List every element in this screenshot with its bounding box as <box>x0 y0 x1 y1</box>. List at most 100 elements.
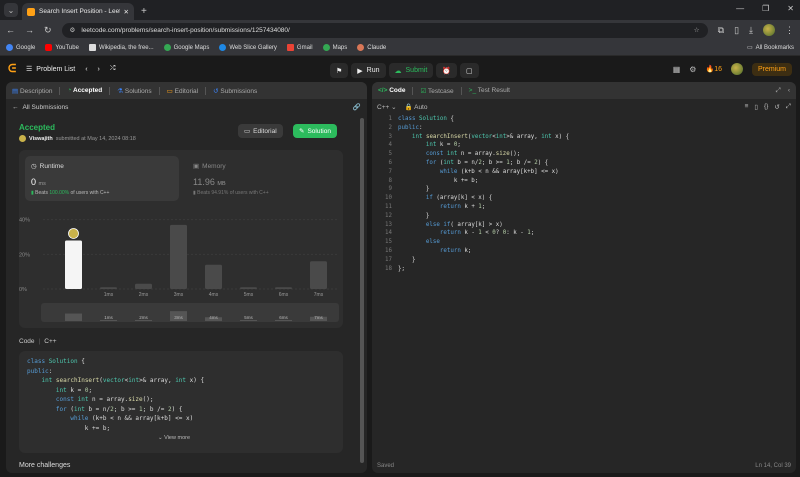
runtime-bar[interactable] <box>240 287 257 289</box>
layout-icon[interactable]: ▦ <box>673 65 681 74</box>
tab-test-result[interactable]: >_ Test Result <box>469 87 510 94</box>
premium-button[interactable]: Premium <box>751 62 792 76</box>
left-scrollbar[interactable] <box>360 118 364 463</box>
braces-icon[interactable]: {} <box>764 103 768 111</box>
reading-list-icon[interactable]: ▯ <box>734 25 739 36</box>
tab-editorial[interactable]: ▭ Editorial <box>167 87 198 95</box>
run-button[interactable]: ▶ Run <box>351 63 386 78</box>
preview-code-line: const int n = array.size(); <box>55 396 154 403</box>
bookmark-star-icon[interactable]: ☆ <box>694 26 700 34</box>
tab-accepted[interactable]: ◔ Accepted <box>67 87 102 94</box>
tab-submissions[interactable]: ↺ Submissions <box>213 87 257 95</box>
code-brackets-icon: </> <box>378 87 388 94</box>
runtime-bar[interactable] <box>170 224 187 289</box>
runtime-bar[interactable] <box>275 287 292 289</box>
forward-icon[interactable]: → <box>25 25 34 35</box>
line-number: 9 <box>388 186 393 193</box>
expand-icon[interactable]: ⤢ <box>776 87 781 95</box>
reload-icon[interactable]: ↻ <box>44 25 52 36</box>
bookmark-maps[interactable]: Maps <box>322 44 347 51</box>
runtime-bar[interactable] <box>65 240 82 289</box>
tab-solutions[interactable]: ⚗ Solutions <box>117 87 151 95</box>
bookmark-icon[interactable]: ▯ <box>754 103 758 111</box>
editor-line: 6 for (int b = n/2; b >= 1; b /= 2) { <box>372 159 796 168</box>
minimize-icon[interactable]: — <box>736 4 744 13</box>
browser-tab-title: Search Insert Position - LeetCo <box>39 8 120 15</box>
streak-counter[interactable]: 🔥16 <box>705 65 722 73</box>
fullscreen-icon[interactable]: ⤢ <box>786 103 791 111</box>
bookmark-google[interactable]: Google <box>6 44 35 51</box>
tab-description[interactable]: ▤ Description <box>12 87 52 95</box>
reset-icon[interactable]: ↺ <box>774 103 779 111</box>
download-icon[interactable]: ⤓ <box>749 25 753 36</box>
new-tab-icon[interactable]: + <box>141 6 147 17</box>
editor-line: 17 } <box>372 256 796 265</box>
browser-tab[interactable]: Search Insert Position - LeetCo ✕ <box>22 3 134 20</box>
leetcode-logo-icon[interactable]: ᕮ <box>8 63 18 75</box>
language-select[interactable]: C++ ⌄ <box>377 103 397 111</box>
editor-line: 9 } <box>372 185 796 194</box>
runtime-bar[interactable] <box>135 283 152 289</box>
code-text: else if( array[k] > x) <box>425 221 503 228</box>
bookmark-gmail[interactable]: Gmail <box>286 44 313 51</box>
book-icon: ▭ <box>244 128 251 135</box>
view-more-link[interactable]: ⌄ View more <box>158 435 190 441</box>
preview-code-line: int searchInsert(vector<int>& array, int… <box>41 377 205 384</box>
tab-search-icon[interactable]: ⌄ <box>4 3 18 17</box>
tab-code[interactable]: </> Code <box>378 87 405 94</box>
tab-testcase[interactable]: ☑ Testcase <box>420 87 453 95</box>
bookmark-web-slice[interactable]: Web Slice Gallery <box>219 44 277 51</box>
preview-code-line: public: <box>27 367 53 375</box>
chart-minimap[interactable] <box>41 303 339 322</box>
username[interactable]: Viswajith <box>29 136 53 142</box>
shuffle-icon[interactable]: ⤮ <box>110 65 116 73</box>
profile-avatar[interactable] <box>763 24 775 36</box>
preview-code-line: for (int b = n/2; b >= 1; b /= 2) { <box>55 405 183 413</box>
bookmark-youtube[interactable]: YouTube <box>45 44 79 51</box>
all-submissions-link[interactable]: All Submissions <box>23 104 69 111</box>
url-text[interactable]: leetcode.com/problems/search-insert-posi… <box>81 27 687 34</box>
editorial-button[interactable]: ▭ Editorial <box>238 124 283 138</box>
memory-card[interactable]: ▣ Memory 11.96 MB ▮ Beats 94.91% of users… <box>187 156 337 201</box>
solution-button[interactable]: ✎ Solution <box>293 124 337 138</box>
editor-line: 7 while (k+b < n && array[k+b] <= x) <box>372 168 796 177</box>
next-problem-icon[interactable]: › <box>98 66 100 73</box>
site-info-icon[interactable]: ⚙ <box>70 26 76 34</box>
share-link-icon[interactable]: 🔗 <box>353 103 361 111</box>
close-tab-icon[interactable]: ✕ <box>124 8 129 16</box>
code-label: Code <box>19 338 35 345</box>
runtime-bar[interactable] <box>100 287 117 289</box>
notes-icon[interactable]: ▢ <box>460 63 479 78</box>
settings-gear-icon[interactable]: ⚙ <box>689 65 696 74</box>
minimap-label: 1ms <box>104 315 113 320</box>
runtime-bar[interactable] <box>310 261 327 289</box>
omnibox[interactable]: ⚙ leetcode.com/problems/search-insert-po… <box>61 22 708 38</box>
runtime-card[interactable]: ◷ Runtime 0 ms ▮ Beats 100.00% of users w… <box>25 156 179 201</box>
debug-icon[interactable]: ⚑ <box>330 63 349 78</box>
back-arrow-icon[interactable]: ← <box>12 104 19 111</box>
close-window-icon[interactable]: ✕ <box>787 4 794 13</box>
bookmark-google-maps[interactable]: Google Maps <box>163 44 209 51</box>
runtime-bar[interactable] <box>205 264 222 289</box>
bookmark-claude[interactable]: Claude <box>357 44 386 51</box>
submit-button[interactable]: ☁ Submit <box>388 63 434 78</box>
minimap-label: 5ms <box>244 315 253 320</box>
auto-mode[interactable]: 🔒 Auto <box>405 103 428 111</box>
folder-icon: ▭ <box>746 45 753 51</box>
all-bookmarks[interactable]: ▭ All Bookmarks <box>746 44 794 52</box>
menu-icon[interactable]: ⋮ <box>785 25 794 36</box>
user-avatar[interactable] <box>730 63 743 75</box>
format-icon[interactable]: ≡ <box>745 103 749 111</box>
maximize-icon[interactable]: ❐ <box>762 4 769 13</box>
problem-list-link[interactable]: Problem List <box>36 66 75 73</box>
code-text: else <box>425 239 440 246</box>
collapse-icon[interactable]: ‹ <box>788 87 790 94</box>
editor-toolbar: C++ ⌄ 🔒 Auto ≡ ▯ {} ↺ ⤢ <box>372 99 796 115</box>
timer-icon[interactable]: ⏰ <box>436 63 458 78</box>
bookmark-wikipedia[interactable]: Wikipedia, the free... <box>88 44 154 51</box>
back-icon[interactable]: ← <box>6 25 15 35</box>
prev-problem-icon[interactable]: ‹ <box>85 66 87 73</box>
extensions-icon[interactable]: ⧉ <box>718 25 724 36</box>
code-editor[interactable]: 1 class Solution {2 public: 3 int searchIns… <box>372 115 796 455</box>
editor-line: 14 return k - 1 < 0? 0: k - 1; <box>372 229 796 238</box>
